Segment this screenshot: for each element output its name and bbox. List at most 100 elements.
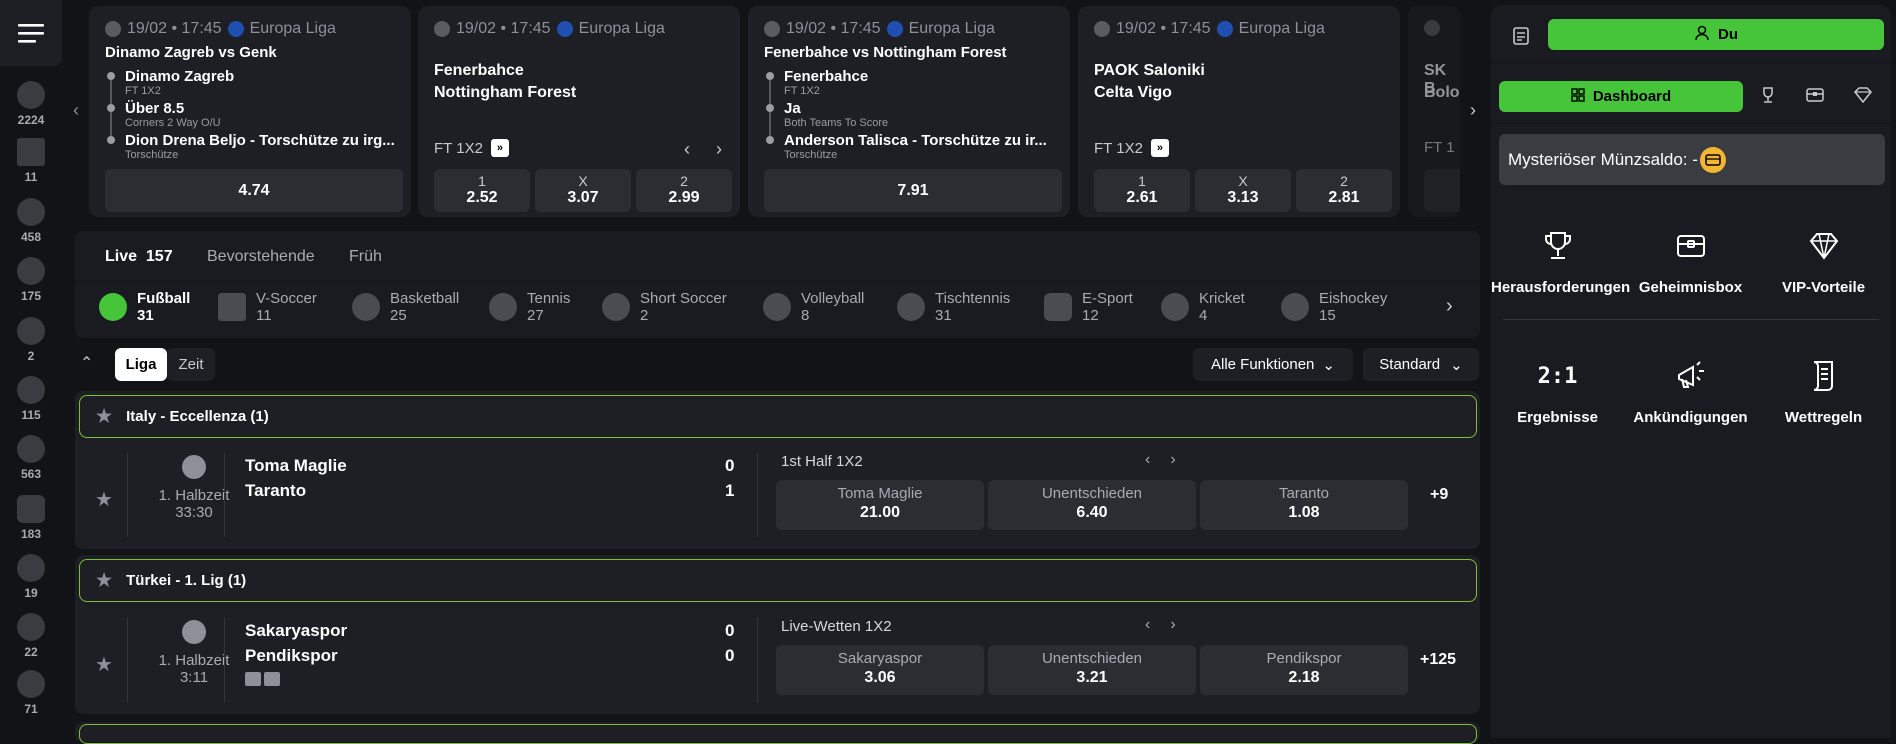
secret-box-icon[interactable] [1806, 88, 1824, 107]
divider [224, 453, 225, 537]
match-row[interactable]: ★ 1. Halbzeit 3:11 Sakaryaspor Pendikspor… [75, 606, 1480, 714]
odds-button[interactable]: 2 2.99 [636, 169, 732, 212]
odds-button[interactable]: 1 2.52 [434, 169, 530, 212]
featured-card[interactable]: 19/02 • 17:45 Europa Liga Fenerbahce Nott… [418, 6, 740, 217]
user-button[interactable]: Du [1548, 19, 1884, 50]
rail-item-basketball[interactable]: 458 [0, 192, 62, 247]
chevron-right-icon[interactable]: › [1170, 616, 1175, 634]
rail-item-volleyball[interactable]: 115 [0, 370, 62, 425]
esport-icon [1044, 293, 1072, 321]
tab-early[interactable]: Früh [349, 248, 382, 266]
featured-card[interactable]: 19/02 • 17:45 Europa Liga PAOK Saloniki C… [1078, 6, 1400, 217]
rail-item-american-football[interactable]: 19 [0, 548, 62, 603]
featured-card[interactable]: 19/02 • 17:45 Europa Liga Dinamo Zagreb v… [89, 6, 411, 217]
more-markets-button[interactable]: +125 [1420, 651, 1456, 669]
sort-liga-button[interactable]: Liga [115, 348, 167, 381]
functions-dropdown[interactable]: Alle Funktionen ⌄ [1193, 348, 1353, 381]
sport-item-table-tennis[interactable]: Tischtennis 31 [897, 287, 1010, 327]
rail-item-football[interactable]: 2224 [0, 75, 62, 130]
featured-card[interactable]: SK B Bolo FT 1 [1408, 6, 1460, 217]
stats-icon[interactable]: » [1150, 139, 1169, 157]
odds-button[interactable] [1424, 169, 1460, 212]
tile-announcements[interactable]: Ankündigungen [1624, 357, 1757, 426]
sport-item-ice-hockey[interactable]: Eishockey 15 [1281, 287, 1387, 327]
sport-rail: 2224 11 458 175 2 115 563 183 19 22 71 [0, 0, 63, 738]
chevron-left-icon[interactable]: ‹ [684, 139, 690, 160]
chevron-right-icon[interactable]: › [716, 139, 722, 160]
odds-button[interactable]: Sakaryaspor 3.06 [776, 645, 984, 695]
odds-button[interactable]: X 3.13 [1195, 169, 1291, 212]
more-markets-button[interactable]: +9 [1430, 486, 1448, 504]
odds-value: 3.07 [567, 189, 599, 206]
rail-item-esport[interactable]: 183 [0, 489, 62, 544]
basketball-icon [352, 293, 380, 321]
rail-item-short-soccer[interactable]: 2 [0, 311, 62, 366]
card-date: 19/02 • 17:45 [127, 20, 222, 37]
standard-dropdown[interactable]: Standard ⌄ [1363, 348, 1479, 381]
odds-button[interactable]: Unentschieden 3.21 [988, 645, 1196, 695]
europa-league-icon [556, 21, 573, 37]
odds-button[interactable]: 1 2.61 [1094, 169, 1190, 212]
chevron-right-icon[interactable]: › [1170, 451, 1175, 469]
star-icon[interactable]: ★ [96, 570, 112, 591]
rail-item-baseball[interactable]: 22 [0, 607, 62, 662]
tile-rules[interactable]: Wettregeln [1757, 357, 1890, 426]
rail-item-tennis[interactable]: 175 [0, 251, 62, 306]
carousel-prev-icon[interactable]: ‹ [73, 100, 79, 121]
odds-label: Toma Maglie [837, 485, 923, 502]
odds-label: Taranto [1278, 485, 1330, 502]
tile-challenges[interactable]: Herausforderungen [1491, 227, 1630, 296]
odds-button[interactable]: Toma Maglie 21.00 [776, 480, 984, 530]
sport-item-cricket[interactable]: Kricket 4 [1161, 287, 1245, 327]
featured-card[interactable]: 19/02 • 17:45 Europa Liga Fenerbahce vs N… [748, 6, 1070, 217]
sport-item-volleyball[interactable]: Volleyball 8 [763, 287, 864, 327]
trophy-icon[interactable] [1759, 86, 1777, 109]
tab-live[interactable]: Live 157 [105, 248, 173, 266]
sport-item-esport[interactable]: E-Sport 12 [1044, 287, 1133, 327]
bet-leg: Anderson Talisca - Torschütze zu ir... To… [764, 132, 1062, 164]
carousel-next-icon[interactable]: › [1470, 100, 1476, 121]
chevron-left-icon[interactable]: ‹ [1145, 616, 1150, 634]
football-icon [105, 21, 121, 37]
diamond-icon[interactable] [1853, 87, 1873, 108]
league-header[interactable] [79, 724, 1477, 744]
rail-item-boxing[interactable]: 71 [0, 664, 62, 719]
chevron-right-icon[interactable]: › [1446, 295, 1453, 318]
tile-vip[interactable]: VIP-Vorteile [1757, 227, 1890, 296]
rail-item-table-tennis[interactable]: 563 [0, 429, 62, 484]
odds-button[interactable]: Taranto 1.08 [1200, 480, 1408, 530]
sport-item-short-soccer[interactable]: Short Soccer 2 [602, 287, 727, 327]
tab-upcoming[interactable]: Bevorstehende [207, 248, 315, 266]
star-icon[interactable]: ★ [95, 652, 113, 677]
rail-count: 175 [20, 289, 42, 303]
odds-button[interactable]: Unentschieden 6.40 [988, 480, 1196, 530]
league-header[interactable]: ★ Italy - Eccellenza (1) [79, 395, 1477, 438]
tab-dashboard[interactable]: Dashboard [1499, 81, 1743, 112]
betslip-icon[interactable] [1513, 27, 1529, 50]
match-row[interactable]: ★ 1. Halbzeit 33:30 Toma Maglie Taranto 0… [75, 441, 1480, 549]
megaphone-icon [1672, 357, 1710, 395]
rail-item-v-soccer[interactable]: 11 [0, 132, 62, 187]
odds-button[interactable]: 4.74 [105, 169, 403, 212]
stats-icon[interactable]: » [490, 139, 509, 157]
sport-item-basketball[interactable]: Basketball 25 [352, 287, 459, 327]
match-clock: 33:30 [175, 504, 213, 521]
sort-zeit-button[interactable]: Zeit [167, 348, 215, 381]
sport-item-football[interactable]: Fußball 31 [99, 287, 190, 327]
odds-button[interactable]: Pendikspor 2.18 [1200, 645, 1408, 695]
star-icon[interactable]: ★ [95, 487, 113, 512]
odds-button[interactable]: 7.91 [764, 169, 1062, 212]
sport-item-tennis[interactable]: Tennis 27 [489, 287, 570, 327]
odds-button[interactable]: 2 2.81 [1296, 169, 1392, 212]
menu-button[interactable] [0, 0, 62, 66]
card-title: Dinamo Zagreb vs Genk [105, 44, 277, 61]
odds-button[interactable]: X 3.07 [535, 169, 631, 212]
collapse-all-icon[interactable]: ⌃ [80, 353, 93, 373]
tile-secret-box[interactable]: Geheimnisbox [1624, 227, 1757, 296]
rail-count: 22 [24, 645, 38, 659]
chevron-left-icon[interactable]: ‹ [1145, 451, 1150, 469]
sport-item-v-soccer[interactable]: V-Soccer 11 [218, 287, 317, 327]
tile-results[interactable]: 2:1 Ergebnisse [1491, 357, 1624, 427]
league-header[interactable]: ★ Türkei - 1. Lig (1) [79, 559, 1477, 602]
star-icon[interactable]: ★ [96, 406, 112, 427]
